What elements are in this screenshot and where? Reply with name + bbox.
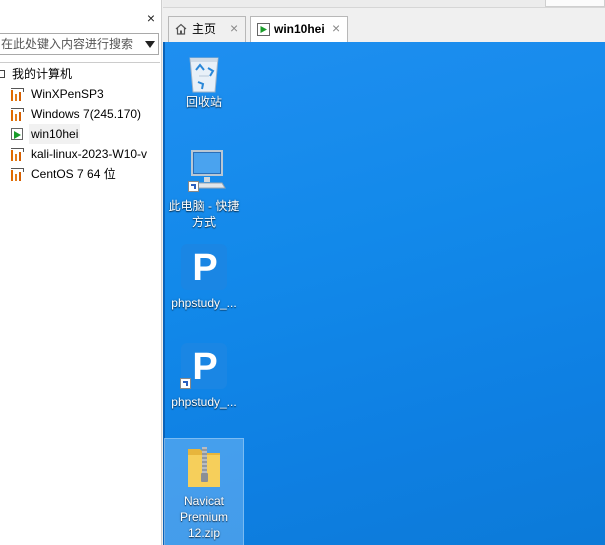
library-divider xyxy=(0,62,160,63)
desktop-icon-recycle-bin[interactable]: 回收站 xyxy=(165,50,243,110)
tree-item-label: Windows 7(245.170) xyxy=(31,107,142,121)
tab-home[interactable]: 主页 × xyxy=(168,16,246,42)
tab-vm-label: win10hei xyxy=(274,22,325,36)
shortcut-arrow-icon xyxy=(188,181,199,192)
tree-item-label: CentOS 7 64 位 xyxy=(31,167,116,181)
library-close-button[interactable]: × xyxy=(147,11,155,25)
tab-vm-close-icon[interactable]: × xyxy=(332,21,340,35)
recycle-bin-icon xyxy=(189,57,219,93)
desktop-icon-label: 回收站 xyxy=(185,95,222,109)
home-icon xyxy=(175,23,187,35)
desktop-icon-label: 此电脑 - 快捷 方式 xyxy=(168,199,240,229)
toolbar-button[interactable] xyxy=(545,0,605,7)
vm-running-icon xyxy=(11,128,24,141)
zip-folder-icon xyxy=(188,447,220,487)
desktop-icon-label: phpstudy_... xyxy=(171,296,237,310)
tree-item-label: win10hei xyxy=(29,124,81,144)
tree-root-label: 我的计算机 xyxy=(12,67,73,81)
desktop-icon-this-pc[interactable]: 此电脑 - 快捷 方式 xyxy=(165,148,243,230)
vm-icon xyxy=(11,168,24,181)
desktop-icon-label: Navicat Premium 12.zip xyxy=(179,494,228,540)
tab-home-label: 主页 xyxy=(192,22,217,36)
library-search-box[interactable] xyxy=(0,33,159,55)
library-panel: × 我的计算机 WinXPenSP3 Windows 7(245.170) wi… xyxy=(0,0,162,545)
collapse-icon[interactable] xyxy=(0,70,5,78)
vm-running-icon xyxy=(257,23,270,36)
desktop-icon-phpstudy-1[interactable]: P phpstudy_... xyxy=(165,244,243,311)
toolbar-strip xyxy=(163,0,605,8)
tree-item-label: WinXPenSP3 xyxy=(31,87,104,101)
desktop-icon-label: phpstudy_... xyxy=(171,395,237,409)
desktop-icon-navicat-zip[interactable]: Navicat Premium 12.zip xyxy=(164,438,244,545)
tab-win10hei[interactable]: win10hei × xyxy=(250,16,348,42)
search-dropdown-icon[interactable] xyxy=(145,41,155,48)
vm-icon xyxy=(11,108,24,121)
vm-desktop[interactable]: 回收站 此电脑 - 快捷 方式 P phpstudy_... P phpstud… xyxy=(163,42,605,545)
tab-home-close-icon[interactable]: × xyxy=(230,21,238,35)
shortcut-arrow-icon xyxy=(180,378,191,389)
vm-icon xyxy=(11,148,24,161)
tab-bar: 主页 × win10hei × xyxy=(163,0,605,42)
phpstudy-icon: P xyxy=(181,244,227,290)
tree-item-label: kali-linux-2023-W10-v xyxy=(31,147,148,161)
desktop-icon-phpstudy-2[interactable]: P phpstudy_... xyxy=(165,343,243,410)
library-search-input[interactable] xyxy=(0,34,139,54)
vm-icon xyxy=(11,88,24,101)
